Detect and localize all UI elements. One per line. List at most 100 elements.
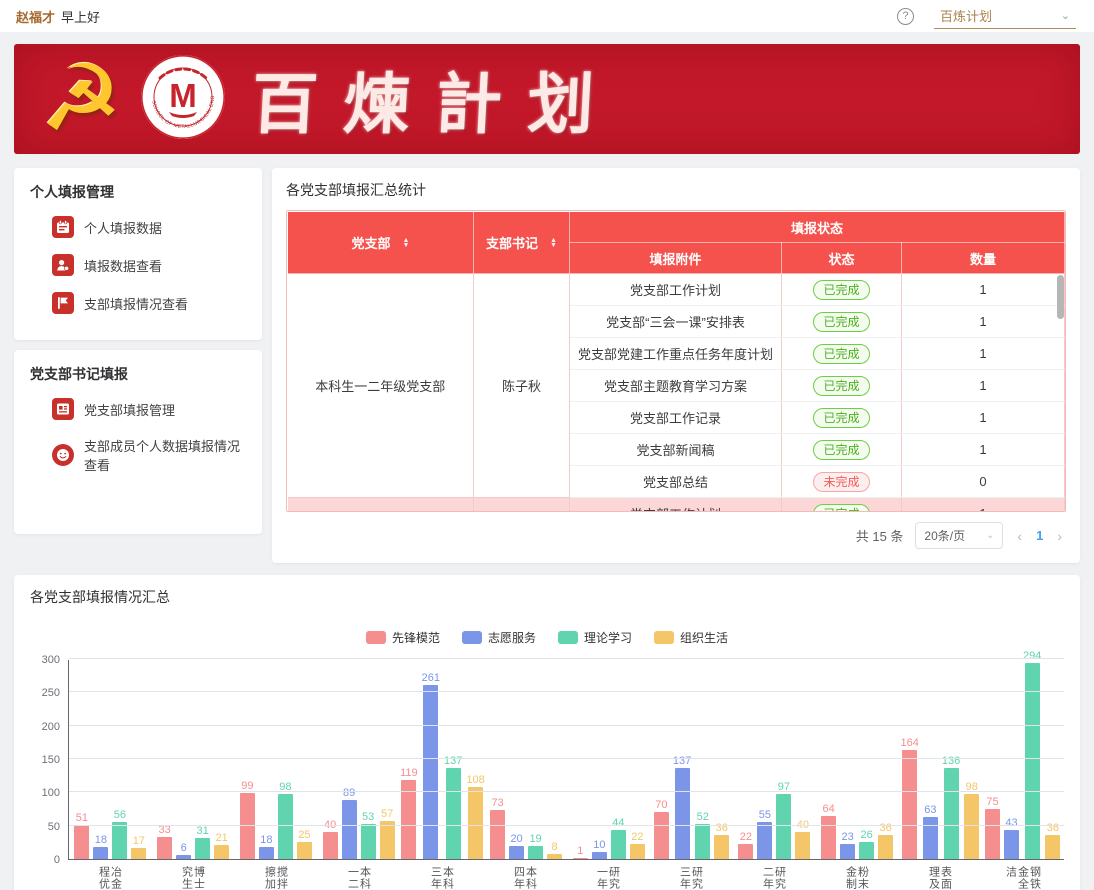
legend-item[interactable]: 先锋模范 <box>366 629 440 646</box>
bar-column: 51 <box>74 812 89 859</box>
sidebar-section-personal: 个人填报管理 个人填报数据 填报数据查看 支部填报情况查看 <box>14 168 262 340</box>
bar-column: 55 <box>757 809 772 859</box>
greeting-text: 早上好 <box>61 10 100 25</box>
bar-column: 33 <box>157 824 172 859</box>
sidebar-item-label: 支部填报情况查看 <box>84 294 188 313</box>
bar-group: 99189825 <box>235 660 318 859</box>
bar-value-label: 55 <box>759 809 771 821</box>
bar-group: 119261137108 <box>400 660 485 859</box>
sidebar-section-secretary: 党支部书记填报 党支部填报管理 支部成员个人数据填报情况查看 <box>14 350 262 534</box>
x-axis-label: 本科生四年级 <box>483 860 566 890</box>
topbar: 赵福才早上好 ? 百炼计划 ⌄ <box>0 0 1094 32</box>
bar-column: 294 <box>1023 650 1041 859</box>
bar <box>859 842 874 859</box>
sidebar-item-label: 个人填报数据 <box>84 218 162 237</box>
bar-value-label: 51 <box>76 812 88 824</box>
bar <box>573 858 588 859</box>
bar-column: 136 <box>942 755 960 859</box>
bar <box>468 787 483 859</box>
next-page-button[interactable]: › <box>1055 528 1064 544</box>
sidebar-item-branch-report-manage[interactable]: 党支部填报管理 <box>30 390 246 428</box>
table-row-highlighted: 党支部工作计划 已完成 1 <box>288 498 1065 513</box>
x-axis-label: 本科生三年级 <box>400 860 483 890</box>
column-header-count: 数量 <box>902 243 1065 274</box>
sidebar-item-personal-data[interactable]: 个人填报数据 <box>30 208 246 246</box>
legend-swatch <box>462 631 482 644</box>
user-icon <box>52 254 74 276</box>
bar <box>1045 835 1060 859</box>
legend-item[interactable]: 理论学习 <box>558 629 632 646</box>
status-cell: 已完成 <box>782 402 902 434</box>
branch-chart-panel: 各党支部填报情况汇总 先锋模范志愿服务理论学习组织生活 050100150200… <box>14 575 1080 890</box>
x-axis-label-text: 本科生四年级 <box>513 866 537 890</box>
attachment-cell: 党支部“三会一课”安排表 <box>570 306 782 338</box>
bar <box>757 822 772 859</box>
bar-column: 44 <box>611 817 626 859</box>
bar-value-label: 136 <box>942 755 960 767</box>
bar-value-label: 17 <box>133 835 145 847</box>
prev-page-button[interactable]: ‹ <box>1015 528 1024 544</box>
gridline <box>69 658 1064 659</box>
table-scrollbar[interactable] <box>1057 275 1064 319</box>
banner-title: 百煉計划 <box>250 51 623 147</box>
bar <box>490 810 505 859</box>
sidebar-item-data-view[interactable]: 填报数据查看 <box>30 246 246 284</box>
legend-label: 先锋模范 <box>392 629 440 646</box>
flag-icon <box>52 292 74 314</box>
bar-value-label: 23 <box>842 831 854 843</box>
status-cell: 未完成 <box>782 466 902 498</box>
count-cell: 1 <box>902 338 1065 370</box>
bar-group: 754329436 <box>981 660 1064 859</box>
bar <box>878 835 893 859</box>
sidebar-item-member-data-view[interactable]: 支部成员个人数据填报情况查看 <box>30 428 246 482</box>
y-axis-tick-label: 100 <box>42 787 60 799</box>
x-axis-label-text: 钢铁冶金全清洁 <box>1005 866 1041 890</box>
status-cell: 已完成 <box>782 434 902 466</box>
sort-carets-icon[interactable]: ▲▼ <box>550 238 557 248</box>
bar <box>592 852 607 859</box>
bar <box>923 817 938 859</box>
bar <box>1004 830 1019 859</box>
bar-column: 137 <box>444 755 462 859</box>
attachment-cell: 党支部工作记录 <box>570 402 782 434</box>
bar-column: 18 <box>93 834 108 859</box>
x-axis-label-text: 表面处理及加 <box>928 866 952 890</box>
attachment-cell: 党支部主题教育学习方案 <box>570 370 782 402</box>
bar <box>93 847 108 859</box>
secretary-name-cell <box>474 498 570 513</box>
page-size-select[interactable]: 20条/页 ⌄ <box>915 522 1003 549</box>
legend-swatch <box>558 631 578 644</box>
x-axis-label: 表面处理及加 <box>898 860 981 890</box>
bar-column: 26 <box>859 829 874 859</box>
bar-column: 36 <box>1045 822 1060 859</box>
page-number[interactable]: 1 <box>1036 528 1043 543</box>
column-header-branch[interactable]: 党支部 ▲▼ <box>288 212 474 274</box>
gridline <box>69 825 1064 826</box>
x-axis-label-text: 粉末冶金制备 <box>845 866 869 890</box>
app-select[interactable]: 百炼计划 ⌄ <box>934 3 1076 29</box>
legend-item[interactable]: 组织生活 <box>654 629 728 646</box>
y-axis-tick-label: 300 <box>42 654 60 666</box>
x-axis-label-text: 研究生三年级 <box>679 866 703 890</box>
y-axis-tick-label: 0 <box>54 854 60 866</box>
bar-column: 21 <box>214 832 229 859</box>
x-axis-label-text: 本科生一二年 <box>347 866 371 890</box>
legend-item[interactable]: 志愿服务 <box>462 629 536 646</box>
branch-name-cell <box>288 498 474 513</box>
bar-column: 22 <box>738 831 753 859</box>
bar-column: 52 <box>695 811 710 859</box>
bar-group: 1104422 <box>567 660 650 859</box>
column-header-secretary[interactable]: 支部书记 ▲▼ <box>474 212 570 274</box>
sidebar-item-branch-status-view[interactable]: 支部填报情况查看 <box>30 284 246 322</box>
legend-label: 理论学习 <box>584 629 632 646</box>
bar <box>240 793 255 859</box>
sort-carets-icon[interactable]: ▲▼ <box>403 238 410 248</box>
status-badge: 未完成 <box>813 472 869 492</box>
bar-value-label: 26 <box>861 829 873 841</box>
column-header-status: 状态 <box>782 243 902 274</box>
bar-value-label: 89 <box>343 787 355 799</box>
y-axis-tick-label: 200 <box>42 721 60 733</box>
sidebar-item-label: 填报数据查看 <box>84 256 162 275</box>
bar-column: 36 <box>714 822 729 859</box>
help-icon[interactable]: ? <box>897 8 914 25</box>
